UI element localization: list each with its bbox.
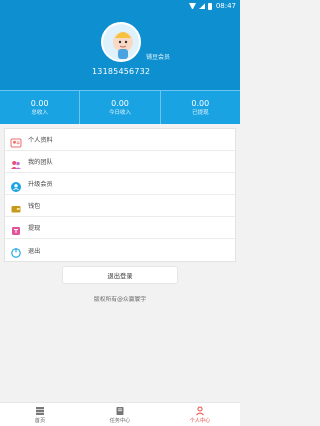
team-icon bbox=[10, 156, 22, 169]
menu-item-label: 钱包 bbox=[28, 203, 41, 210]
stat-value: 0.00 bbox=[191, 98, 210, 108]
wifi-icon bbox=[188, 3, 196, 9]
person-icon bbox=[196, 406, 204, 415]
stat-label: 总收入 bbox=[31, 109, 48, 116]
wallet-icon bbox=[10, 200, 22, 212]
stats-bar: 0.00 总收入 0.00 今日收入 0.00 已提现 bbox=[0, 90, 240, 124]
stat-label: 今日收入 bbox=[108, 109, 131, 116]
menu-item-label: 升级会员 bbox=[28, 181, 53, 188]
menu-list: 个人资料 我的团队 升级会员 钱包 提现 退出 bbox=[4, 128, 236, 262]
battery-icon bbox=[207, 2, 212, 10]
stat-withdrawn: 0.00 已提现 bbox=[161, 91, 240, 124]
menu-item-wallet[interactable]: 钱包 bbox=[5, 195, 235, 217]
avatar[interactable] bbox=[101, 22, 141, 62]
withdraw-icon bbox=[10, 222, 22, 235]
status-icons bbox=[188, 2, 212, 10]
menu-item-label: 我的团队 bbox=[28, 159, 53, 166]
home-icon bbox=[36, 406, 44, 415]
tab-home[interactable]: 首页 bbox=[0, 403, 80, 426]
tab-personal-center[interactable]: 个人中心 bbox=[160, 403, 240, 426]
menu-item-profile[interactable]: 个人资料 bbox=[5, 129, 235, 151]
tab-label: 个人中心 bbox=[189, 417, 211, 424]
stat-today-income: 0.00 今日收入 bbox=[80, 91, 161, 124]
bottom-tab-bar: 首页 任务中心 个人中心 bbox=[0, 402, 240, 426]
logout-button[interactable]: 退出登录 bbox=[62, 266, 178, 284]
tab-task-center[interactable]: 任务中心 bbox=[80, 403, 160, 426]
tab-label: 任务中心 bbox=[109, 417, 131, 424]
avatar-icon bbox=[103, 24, 139, 60]
power-icon bbox=[10, 244, 22, 258]
status-bar: 08:47 bbox=[0, 0, 240, 12]
menu-item-exit[interactable]: 退出 bbox=[5, 239, 235, 261]
copyright-text: 版权所有@众赢寰宇 bbox=[93, 297, 147, 303]
menu-item-label: 退出 bbox=[28, 247, 41, 255]
menu-item-team[interactable]: 我的团队 bbox=[5, 151, 235, 173]
signal-icon bbox=[198, 3, 205, 9]
stat-value: 0.00 bbox=[30, 98, 49, 108]
stat-value: 0.00 bbox=[111, 98, 129, 108]
book-icon bbox=[116, 406, 124, 415]
upgrade-user-icon bbox=[10, 178, 22, 192]
menu-item-withdraw[interactable]: 提现 bbox=[5, 217, 235, 239]
stat-total-income: 0.00 总收入 bbox=[0, 91, 81, 124]
stat-label: 已提现 bbox=[192, 109, 209, 116]
menu-item-label: 个人资料 bbox=[28, 137, 53, 144]
phone-number: 13185456732 bbox=[92, 67, 151, 76]
status-time: 08:47 bbox=[215, 2, 236, 10]
tab-label: 首页 bbox=[34, 417, 46, 424]
profile-card-icon bbox=[10, 134, 22, 147]
menu-item-upgrade[interactable]: 升级会员 bbox=[5, 173, 235, 195]
member-tag: 铺豆会员 bbox=[146, 54, 171, 61]
menu-item-label: 提现 bbox=[28, 225, 41, 232]
profile-header: 铺豆会员 13185456732 bbox=[0, 12, 240, 90]
